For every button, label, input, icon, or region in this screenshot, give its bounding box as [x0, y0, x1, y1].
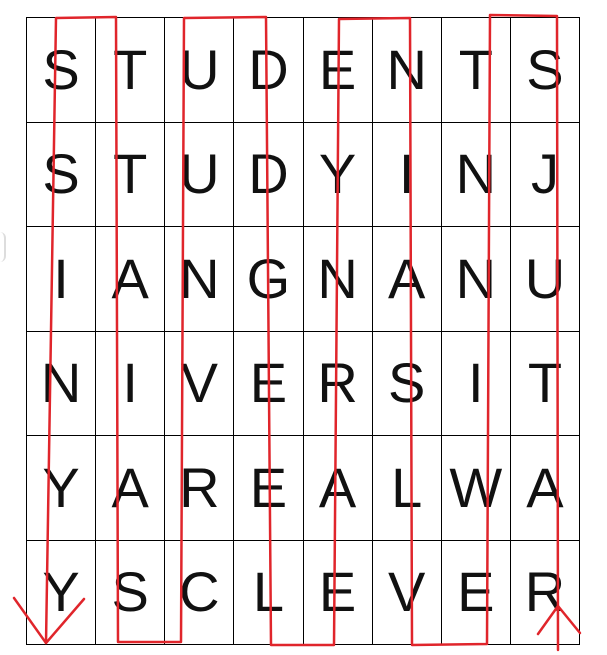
grid-cell-r1-c3: U — [165, 18, 235, 123]
grid-cell-r6-c7: E — [441, 540, 511, 645]
grid-cell-r4-c5: R — [303, 331, 373, 436]
grid-cell-r6-c2: S — [96, 540, 166, 645]
grid-cell-r4-c4: E — [234, 331, 304, 436]
grid-cell-r5-c4: E — [234, 436, 304, 541]
grid-cell-r1-c4: D — [234, 18, 304, 123]
grid-cell-r2-c7: N — [441, 122, 511, 227]
grid-cell-r3-c2: A — [96, 227, 166, 332]
grid-cell-r6-c6: V — [372, 540, 442, 645]
grid-cell-r3-c8: U — [510, 227, 580, 332]
grid-cell-r1-c7: T — [441, 18, 511, 123]
grid-cell-r4-c8: T — [510, 331, 580, 436]
grid-cell-r4-c1: N — [27, 331, 97, 436]
grid-cell-r1-c8: S — [510, 18, 580, 123]
grid-cell-r1-c2: T — [96, 18, 166, 123]
grid-cell-r2-c6: I — [372, 122, 442, 227]
grid-cell-r3-c5: N — [303, 227, 373, 332]
grid-cell-r1-c6: N — [372, 18, 442, 123]
grid-cell-r4-c2: I — [96, 331, 166, 436]
grid-cell-r3-c3: N — [165, 227, 235, 332]
grid-cell-r5-c2: A — [96, 436, 166, 541]
grid-cell-r3-c6: A — [372, 227, 442, 332]
grid-cell-r2-c3: U — [165, 122, 235, 227]
grid-cell-r2-c4: D — [234, 122, 304, 227]
grid-cell-r4-c6: S — [372, 331, 442, 436]
grid-cell-r6-c8: R — [510, 540, 580, 645]
grid-cell-r2-c1: S — [27, 122, 97, 227]
grid-cell-r5-c3: R — [165, 436, 235, 541]
grid-cell-r4-c3: V — [165, 331, 235, 436]
letter-grid: STUDENTSSTUDYINJIANGNANUNIVERSITYAREALWA… — [26, 17, 580, 645]
grid-cell-r5-c8: A — [510, 436, 580, 541]
grid-cell-r6-c5: E — [303, 540, 373, 645]
grid-cell-r6-c4: L — [234, 540, 304, 645]
grid-cell-r4-c7: I — [441, 331, 511, 436]
grid-cell-r1-c1: S — [27, 18, 97, 123]
grid-cell-r5-c1: Y — [27, 436, 97, 541]
grid-cell-r2-c2: T — [96, 122, 166, 227]
grid-cell-r3-c1: I — [27, 227, 97, 332]
grid-cell-r6-c1: Y — [27, 540, 97, 645]
grid-cell-r1-c5: E — [303, 18, 373, 123]
grid-cell-r3-c7: N — [441, 227, 511, 332]
grid-cell-r3-c4: G — [234, 227, 304, 332]
grid-cell-r5-c7: W — [441, 436, 511, 541]
grid-cell-r2-c8: J — [510, 122, 580, 227]
grid-cell-r5-c6: L — [372, 436, 442, 541]
left-edge-fragment — [0, 232, 6, 262]
grid-cell-r2-c5: Y — [303, 122, 373, 227]
grid-cell-r5-c5: A — [303, 436, 373, 541]
grid-cell-r6-c3: C — [165, 540, 235, 645]
